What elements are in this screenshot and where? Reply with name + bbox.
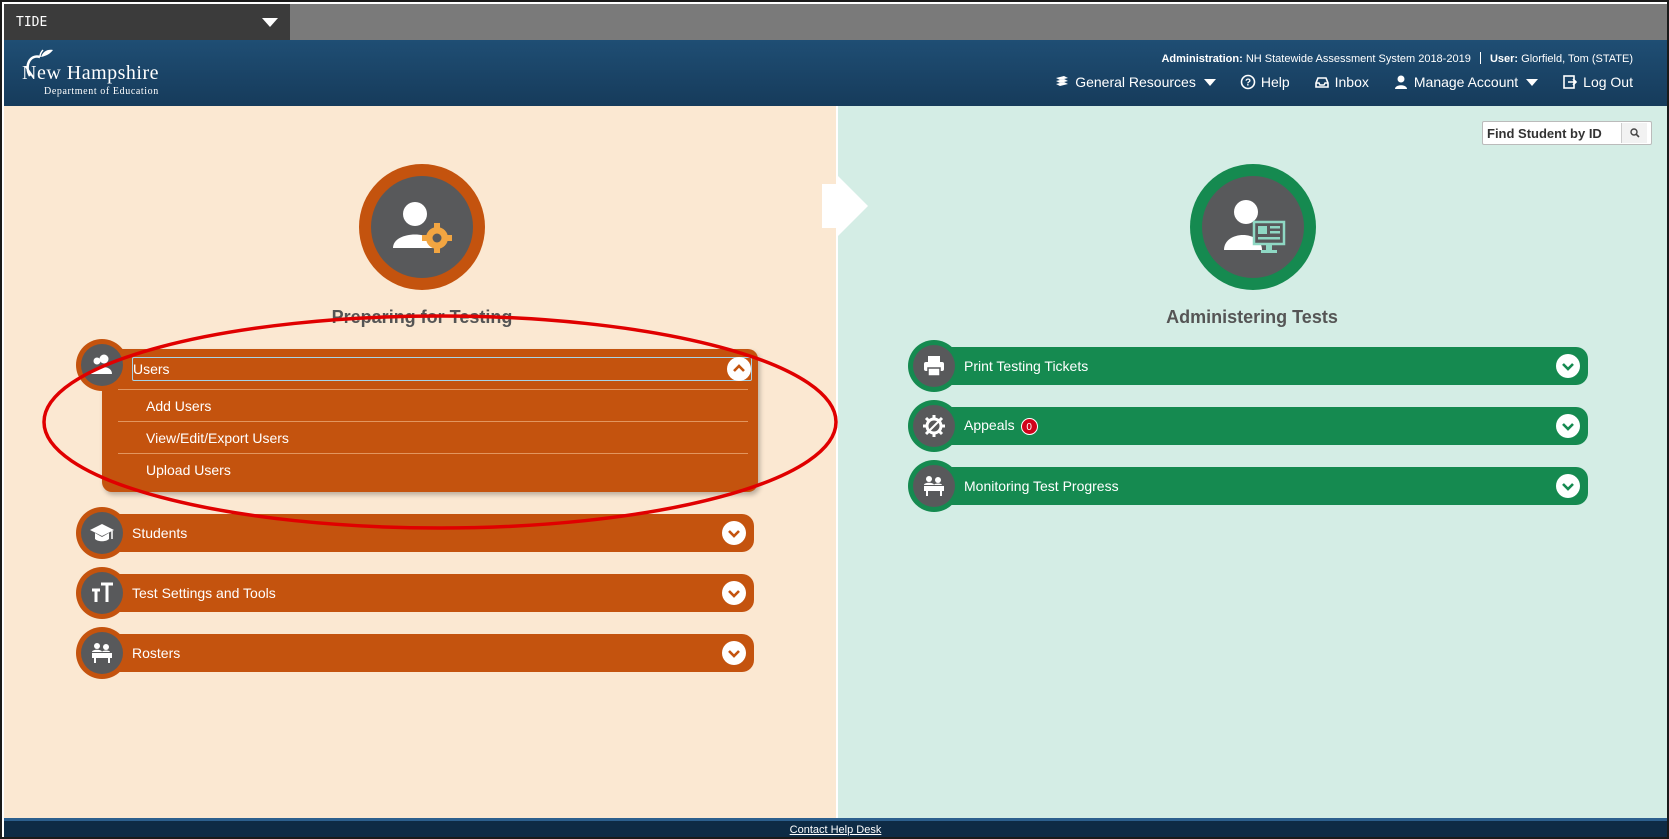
footer: Contact Help Desk <box>4 818 1667 837</box>
contact-help-desk-link[interactable]: Contact Help Desk <box>790 824 882 836</box>
preparing-for-testing-title: Preparing for Testing <box>331 307 513 327</box>
administration-info: Administration: NH Statewide Assessment … <box>1161 52 1633 65</box>
students-icon-badge <box>76 507 128 559</box>
chevron-down-icon[interactable] <box>722 521 746 545</box>
users-icon-badge <box>76 339 128 391</box>
log-out-link[interactable]: Log Out <box>1562 74 1633 90</box>
caret-down-icon <box>262 18 278 27</box>
search-button[interactable] <box>1621 123 1647 143</box>
log-out-icon <box>1563 75 1578 89</box>
chevron-down-icon[interactable] <box>722 581 746 605</box>
monitoring-label: Monitoring Test Progress <box>964 478 1119 494</box>
header: New Hampshire Department of Education Ad… <box>4 40 1667 106</box>
classroom-icon <box>924 476 944 496</box>
top-nav: General Resources ? Help Inbox Manage Ac… <box>1054 74 1633 90</box>
classroom-icon <box>92 643 112 663</box>
search-icon <box>1629 128 1640 138</box>
appeals-section[interactable]: Appeals 0 <box>934 407 1588 445</box>
administering-tests-emblem <box>1190 164 1316 290</box>
users-icon <box>91 354 112 374</box>
chevron-up-icon[interactable] <box>727 357 751 381</box>
nh-doe-logo: New Hampshire Department of Education <box>22 48 212 100</box>
app-bar: TIDE <box>4 4 1667 40</box>
view-edit-export-users-link[interactable]: View/Edit/Export Users <box>118 421 748 454</box>
user-label: User: <box>1489 53 1519 65</box>
user-icon <box>1394 75 1407 89</box>
caret-down-icon <box>1526 78 1539 86</box>
text-tool-icon <box>92 582 113 602</box>
students-label: Students <box>132 525 188 541</box>
arrow-right-icon <box>822 176 868 236</box>
rosters-icon-badge <box>76 627 128 679</box>
chevron-down-icon[interactable] <box>722 641 746 665</box>
test-settings-label: Test Settings and Tools <box>132 585 276 601</box>
general-resources-menu[interactable]: General Resources <box>1054 74 1216 90</box>
inbox-icon <box>1314 77 1329 88</box>
help-label: Help <box>1260 74 1290 90</box>
print-icon-badge <box>908 340 960 392</box>
administration-label: Administration: <box>1161 53 1243 65</box>
graduation-cap-icon <box>90 524 114 542</box>
books-icon <box>1056 76 1069 86</box>
administration-value: NH Statewide Assessment System 2018-2019 <box>1245 53 1471 65</box>
monitoring-test-progress-section[interactable]: Monitoring Test Progress <box>934 467 1588 505</box>
preparing-for-testing-emblem <box>359 164 485 290</box>
upload-users-link[interactable]: Upload Users <box>118 453 748 486</box>
help-icon: ? <box>1240 74 1256 90</box>
user-settings-icon <box>393 202 452 253</box>
logo-line1: New Hampshire <box>22 62 160 84</box>
chevron-down-icon[interactable] <box>1556 354 1580 378</box>
log-out-label: Log Out <box>1583 74 1633 90</box>
test-settings-and-tools-section[interactable]: Test Settings and Tools <box>102 574 754 612</box>
administering-tests-title: Administering Tests <box>1166 307 1338 327</box>
general-resources-label: General Resources <box>1075 74 1196 90</box>
app-selector-label: TIDE <box>16 14 48 30</box>
manage-account-menu[interactable]: Manage Account <box>1393 74 1539 90</box>
find-student-input[interactable] <box>1483 123 1621 143</box>
monitoring-icon-badge <box>908 460 960 512</box>
add-users-link[interactable]: Add Users <box>118 389 748 422</box>
find-student-search <box>1482 121 1652 145</box>
users-menu-expanded: Users Add Users View/Edit/Export Users U… <box>102 349 758 492</box>
printer-icon <box>924 356 944 377</box>
user-computer-icon <box>1224 200 1286 253</box>
chevron-down-icon[interactable] <box>1556 474 1580 498</box>
users-header[interactable]: Users <box>132 357 752 381</box>
help-link[interactable]: ? Help <box>1240 74 1290 90</box>
appeals-count-badge: 0 <box>1020 418 1038 435</box>
caret-down-icon <box>1203 78 1216 86</box>
students-section[interactable]: Students <box>102 514 754 552</box>
logo-line2: Department of Education <box>44 86 159 97</box>
svg-text:?: ? <box>1245 78 1251 89</box>
chevron-down-icon[interactable] <box>1556 414 1580 438</box>
divider <box>1479 52 1481 64</box>
tide-window: TIDE New Hampshire Department of Educati… <box>0 0 1669 839</box>
test-settings-icon-badge <box>76 567 128 619</box>
rosters-label: Rosters <box>132 645 181 661</box>
manage-account-label: Manage Account <box>1413 74 1519 90</box>
inbox-link[interactable]: Inbox <box>1314 74 1369 90</box>
print-tickets-label: Print Testing Tickets <box>964 358 1089 374</box>
app-selector[interactable]: TIDE <box>4 4 290 40</box>
appeals-label: Appeals <box>964 417 1015 433</box>
user-value: Glorfield, Tom (STATE) <box>1521 53 1633 65</box>
print-testing-tickets-section[interactable]: Print Testing Tickets <box>934 347 1588 385</box>
inbox-label: Inbox <box>1334 74 1369 90</box>
appeals-label-group: Appeals 0 <box>964 417 1038 435</box>
users-label: Users <box>133 361 170 377</box>
appeals-icon-badge <box>908 400 960 452</box>
rosters-section[interactable]: Rosters <box>102 634 754 672</box>
gear-icon <box>923 415 945 437</box>
